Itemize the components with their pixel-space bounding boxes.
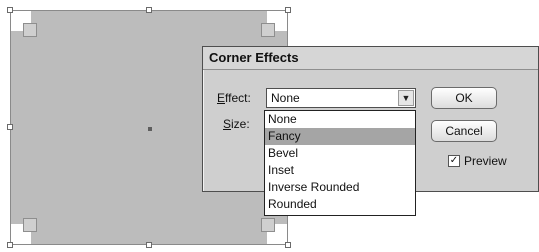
corner-square-top-left [23,23,37,37]
effect-select-value: None [271,91,300,105]
checkmark-icon: ✓ [449,155,459,166]
dialog-title-bar[interactable]: Corner Effects [203,47,538,70]
dropdown-item-bevel[interactable]: Bevel [265,145,415,162]
preview-label[interactable]: Preview [464,154,507,168]
cancel-button[interactable]: Cancel [431,120,497,142]
corner-square-bottom-left [23,218,37,232]
dropdown-item-rounded[interactable]: Rounded [265,196,415,213]
effect-select[interactable]: None ▼ [266,88,416,108]
chevron-down-icon[interactable]: ▼ [398,90,414,106]
handle-bottom-right[interactable] [285,242,291,248]
corner-square-bottom-right [261,218,275,232]
handle-bottom-center[interactable] [146,242,152,248]
center-point [148,127,152,131]
handle-top-center[interactable] [146,7,152,13]
dropdown-item-none[interactable]: None [265,111,415,128]
ok-button[interactable]: OK [431,87,497,109]
dialog-title: Corner Effects [209,50,299,65]
corner-square-top-right [261,23,275,37]
dropdown-item-inverse-rounded[interactable]: Inverse Rounded [265,179,415,196]
handle-top-left[interactable] [7,7,13,13]
size-label: Size: [223,117,250,131]
effect-label: Effect: [217,91,251,105]
preview-checkbox[interactable]: ✓ [448,155,460,167]
handle-middle-left[interactable] [7,124,13,130]
handle-top-right[interactable] [285,7,291,13]
dropdown-item-inset[interactable]: Inset [265,162,415,179]
handle-bottom-left[interactable] [7,242,13,248]
dropdown-item-fancy[interactable]: Fancy [265,128,415,145]
effect-dropdown-list: None Fancy Bevel Inset Inverse Rounded R… [264,110,416,216]
